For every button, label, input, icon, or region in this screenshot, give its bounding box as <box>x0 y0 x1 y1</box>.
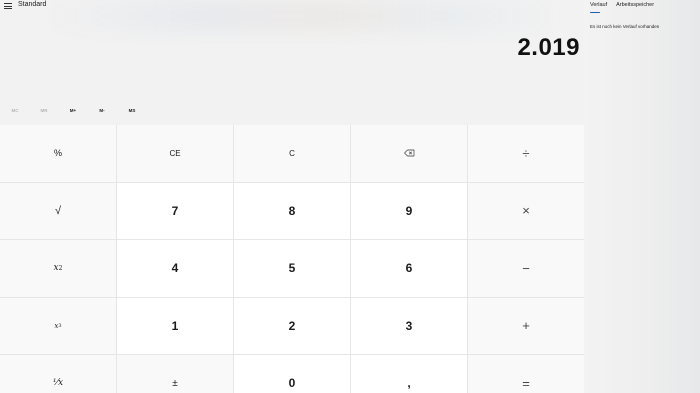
clear-button[interactable]: C <box>234 125 350 182</box>
digit-3-button[interactable]: 3 <box>351 297 467 354</box>
tab-history[interactable]: Verlauf <box>590 1 607 13</box>
background-blur <box>40 0 560 32</box>
square-exponent: 2 <box>58 264 63 272</box>
calculator-pane: Standard 2.019 MC MR M+ M- MS % CE C ÷ √… <box>0 0 584 393</box>
memory-add-button[interactable]: M+ <box>63 104 83 118</box>
divide-button[interactable]: ÷ <box>468 125 584 182</box>
subtract-button[interactable]: − <box>468 240 584 297</box>
negate-button[interactable]: ± <box>117 355 233 393</box>
digit-9-button[interactable]: 9 <box>351 182 467 239</box>
memory-recall-button[interactable]: MR <box>34 104 54 118</box>
memory-subtract-button[interactable]: M- <box>92 104 112 118</box>
result-display: 2.019 <box>517 34 580 61</box>
reciprocal-button[interactable]: ¹⁄x <box>0 355 116 393</box>
clear-entry-button[interactable]: CE <box>117 125 233 182</box>
cube-exponent: 3 <box>58 322 62 329</box>
tab-memory[interactable]: Arbeitsspeicher <box>616 1 654 10</box>
backspace-icon <box>403 149 414 157</box>
history-tabs: Verlauf Arbeitsspeicher <box>590 1 654 13</box>
memory-toolbar: MC MR M+ M- MS <box>0 104 584 118</box>
percent-button[interactable]: % <box>0 125 116 182</box>
hamburger-icon[interactable] <box>4 1 14 11</box>
digit-8-button[interactable]: 8 <box>234 182 350 239</box>
equals-button[interactable]: = <box>468 355 584 393</box>
digit-4-button[interactable]: 4 <box>117 240 233 297</box>
digit-5-button[interactable]: 5 <box>234 240 350 297</box>
square-root-button[interactable]: √ <box>0 182 116 239</box>
history-empty-message: Es ist noch kein Verlauf vorhanden <box>590 24 660 29</box>
decimal-button[interactable]: , <box>351 355 467 393</box>
digit-7-button[interactable]: 7 <box>117 182 233 239</box>
digit-1-button[interactable]: 1 <box>117 297 233 354</box>
mode-title: Standard <box>18 1 47 8</box>
digit-2-button[interactable]: 2 <box>234 297 350 354</box>
history-pane: Verlauf Arbeitsspeicher Es ist noch kein… <box>584 0 700 393</box>
cube-button[interactable]: x3 <box>0 297 116 354</box>
memory-store-button[interactable]: MS <box>122 104 142 118</box>
add-button[interactable]: + <box>468 297 584 354</box>
memory-clear-button[interactable]: MC <box>5 104 25 118</box>
digit-6-button[interactable]: 6 <box>351 240 467 297</box>
keypad: % CE C ÷ √ 7 8 9 × x2 4 5 6 − x3 1 2 3 + <box>0 125 584 393</box>
backspace-button[interactable] <box>351 125 467 182</box>
square-button[interactable]: x2 <box>0 240 116 297</box>
digit-0-button[interactable]: 0 <box>234 355 350 393</box>
multiply-button[interactable]: × <box>468 182 584 239</box>
